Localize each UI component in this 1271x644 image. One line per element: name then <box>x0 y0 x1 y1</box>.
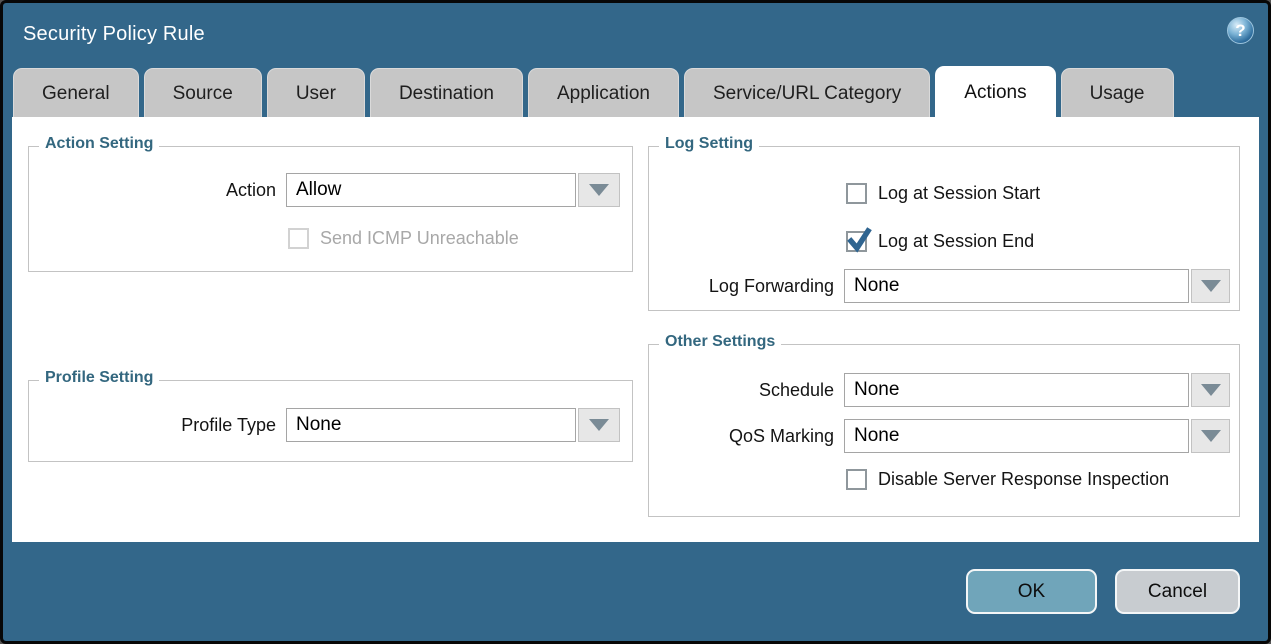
checkbox-label: Log at Session Start <box>878 183 1040 204</box>
checkbox-box <box>288 228 309 249</box>
action-dropdown-arrow-button[interactable] <box>578 173 620 207</box>
chevron-down-icon <box>1201 280 1221 292</box>
qos-marking-dropdown[interactable]: None <box>844 419 1230 453</box>
other-settings-group: Other Settings Schedule None QoS Marking… <box>648 344 1240 517</box>
action-dropdown-value[interactable]: Allow <box>286 173 576 207</box>
schedule-label: Schedule <box>649 380 834 401</box>
ok-button[interactable]: OK <box>966 569 1097 614</box>
cancel-button[interactable]: Cancel <box>1115 569 1240 614</box>
dialog-title: Security Policy Rule <box>23 3 205 65</box>
tab-general[interactable]: General <box>13 68 139 117</box>
actions-tab-panel: Action Setting Action Allow Send ICMP Un… <box>12 117 1259 542</box>
checkbox-label: Send ICMP Unreachable <box>320 228 519 249</box>
tab-application[interactable]: Application <box>528 68 679 117</box>
checkbox-label: Log at Session End <box>878 231 1034 252</box>
tab-user[interactable]: User <box>267 68 365 117</box>
checkbox-box[interactable] <box>846 231 867 252</box>
profile-type-label: Profile Type <box>29 415 276 436</box>
log-at-session-end-checkbox[interactable]: Log at Session End <box>846 231 1034 252</box>
dialog-footer: OK Cancel <box>3 542 1268 641</box>
disable-server-response-inspection-checkbox[interactable]: Disable Server Response Inspection <box>846 469 1169 490</box>
group-legend: Action Setting <box>39 135 159 153</box>
log-setting-group: Log Setting Log at Session Start Log at … <box>648 146 1240 311</box>
tab-service-url-category[interactable]: Service/URL Category <box>684 68 930 117</box>
checkbox-box[interactable] <box>846 183 867 204</box>
schedule-dropdown-arrow-button[interactable] <box>1191 373 1230 407</box>
log-at-session-start-checkbox[interactable]: Log at Session Start <box>846 183 1040 204</box>
tab-source[interactable]: Source <box>144 68 262 117</box>
help-icon[interactable]: ? <box>1227 17 1254 44</box>
qos-marking-dropdown-value[interactable]: None <box>844 419 1189 453</box>
log-forwarding-label: Log Forwarding <box>649 276 834 297</box>
profile-type-dropdown-value[interactable]: None <box>286 408 576 442</box>
qos-marking-dropdown-arrow-button[interactable] <box>1191 419 1230 453</box>
log-forwarding-dropdown-value[interactable]: None <box>844 269 1189 303</box>
checkbox-label: Disable Server Response Inspection <box>878 469 1169 490</box>
log-forwarding-dropdown-arrow-button[interactable] <box>1191 269 1230 303</box>
group-legend: Profile Setting <box>39 369 159 387</box>
tab-usage[interactable]: Usage <box>1061 68 1174 117</box>
tab-actions[interactable]: Actions <box>935 66 1055 117</box>
profile-type-dropdown-arrow-button[interactable] <box>578 408 620 442</box>
question-mark-glyph: ? <box>1235 21 1245 40</box>
schedule-dropdown-value[interactable]: None <box>844 373 1189 407</box>
titlebar: Security Policy Rule ? <box>3 3 1268 67</box>
chevron-down-icon <box>1201 384 1221 396</box>
group-legend: Log Setting <box>659 135 759 153</box>
checkbox-box[interactable] <box>846 469 867 490</box>
action-dropdown[interactable]: Allow <box>286 173 620 207</box>
chevron-down-icon <box>589 419 609 431</box>
profile-setting-group: Profile Setting Profile Type None <box>28 380 633 462</box>
schedule-dropdown[interactable]: None <box>844 373 1230 407</box>
tab-destination[interactable]: Destination <box>370 68 523 117</box>
group-legend: Other Settings <box>659 333 781 351</box>
log-forwarding-dropdown[interactable]: None <box>844 269 1230 303</box>
chevron-down-icon <box>589 184 609 196</box>
checkmark-icon <box>846 227 872 254</box>
security-policy-rule-dialog: Security Policy Rule ? General Source Us… <box>0 0 1271 644</box>
send-icmp-unreachable-checkbox: Send ICMP Unreachable <box>288 228 519 249</box>
action-label: Action <box>29 180 276 201</box>
profile-type-dropdown[interactable]: None <box>286 408 620 442</box>
qos-marking-label: QoS Marking <box>649 426 834 447</box>
tab-bar: General Source User Destination Applicat… <box>3 67 1268 117</box>
chevron-down-icon <box>1201 430 1221 442</box>
action-setting-group: Action Setting Action Allow Send ICMP Un… <box>28 146 633 272</box>
